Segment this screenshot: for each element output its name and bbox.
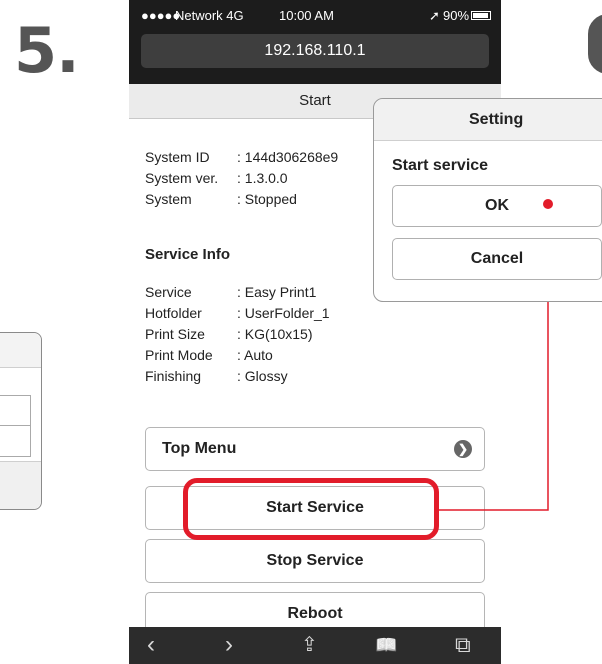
dialog-message: Start service xyxy=(392,157,489,174)
dialog-title: Setting xyxy=(374,99,602,141)
setting-dialog: Setting Start service OK Cancel xyxy=(373,98,602,302)
ok-button[interactable]: OK xyxy=(392,185,602,227)
callout-dot xyxy=(543,199,553,209)
cancel-button[interactable]: Cancel xyxy=(392,238,602,280)
